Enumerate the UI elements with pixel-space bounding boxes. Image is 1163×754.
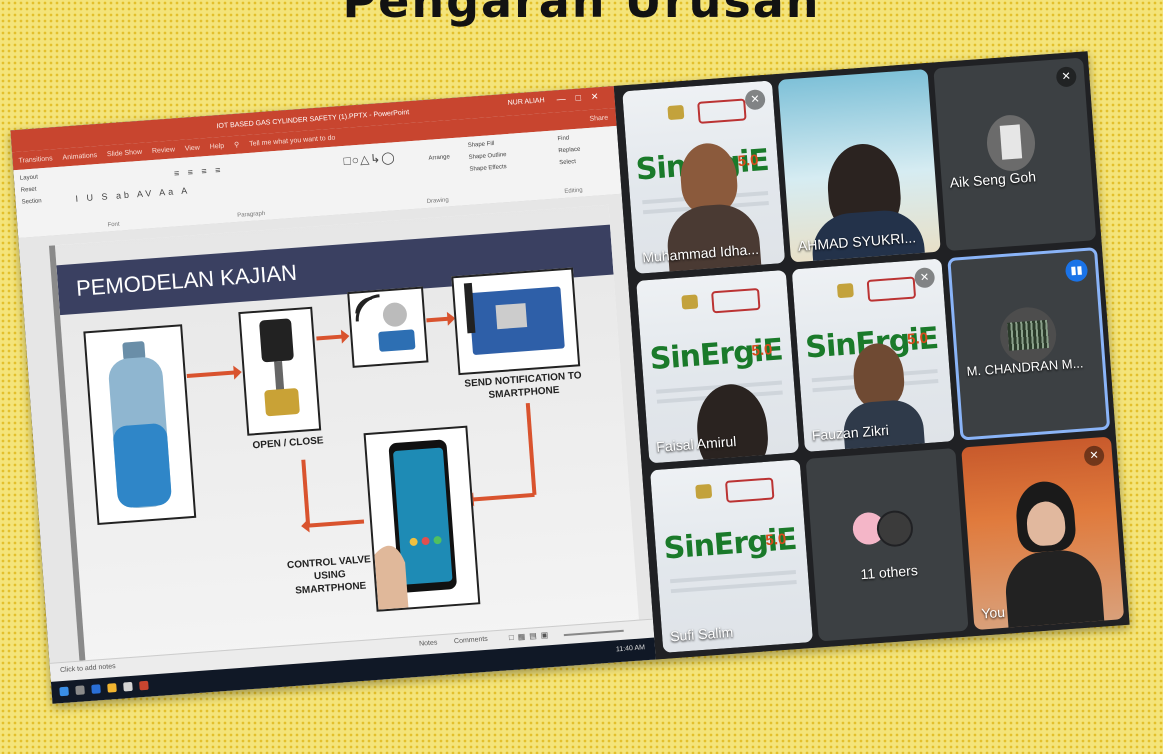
chrome-icon[interactable]: [123, 681, 133, 692]
zoom-slider[interactable]: [563, 629, 624, 637]
slide-canvas[interactable]: PEMODELAN KAJIAN OPEN / CLOSE SEND NOTIF…: [48, 204, 640, 665]
ribbon-select[interactable]: Select: [559, 159, 576, 166]
ribbon-shape-effects[interactable]: Shape Effects: [469, 164, 507, 173]
participant-tile[interactable]: ✕ Aik Seng Goh: [933, 57, 1097, 252]
start-icon[interactable]: [59, 686, 69, 697]
ppt-user-name[interactable]: NUR ALIAH: [508, 97, 545, 107]
tab-view[interactable]: View: [185, 144, 201, 152]
gas-cylinder-image: [83, 324, 197, 525]
taskbar-clock: 11:40 AM: [615, 644, 646, 654]
meeting-grid: SinErgiE 5.0 ✕ Muhammad Idha... AHMAD SY…: [613, 51, 1130, 660]
label-control-valve: CONTROL VALVE USING SMARTPHONE: [286, 554, 372, 597]
valve-actuator-image: [238, 306, 322, 436]
ribbon-replace[interactable]: Replace: [558, 147, 580, 155]
notes-placeholder[interactable]: Click to add notes: [60, 663, 116, 674]
tab-help[interactable]: Help: [210, 142, 225, 150]
ribbon-shape-fill[interactable]: Shape Fill: [468, 141, 495, 149]
others-count: 11 others: [859, 562, 919, 583]
screen-capture: IOT BASED GAS CYLINDER SAFETY (1).PPTX -…: [10, 51, 1130, 704]
mic-muted-icon: ✕: [1055, 66, 1078, 88]
powerpoint-icon[interactable]: [139, 680, 149, 691]
tab-transitions[interactable]: Transitions: [18, 155, 52, 164]
group-paragraph: Paragraph: [237, 210, 266, 219]
participant-tile[interactable]: 11 others: [805, 447, 969, 642]
group-editing: Editing: [564, 187, 583, 195]
ribbon-layout-button[interactable]: Layout: [20, 174, 38, 181]
ribbon-find[interactable]: Find: [557, 135, 569, 142]
ribbon-shape-outline[interactable]: Shape Outline: [468, 152, 506, 161]
paragraph-buttons[interactable]: ≡ ≡ ≡ ≡: [174, 165, 224, 179]
participant-tile[interactable]: SinErgiE 5.0 Sufi Salim: [650, 459, 814, 653]
explorer-icon[interactable]: [107, 683, 117, 693]
participant-name: Aik Seng Goh: [949, 168, 1037, 191]
window-controls[interactable]: —□✕: [556, 90, 609, 105]
avatar: [875, 509, 915, 548]
notes-button[interactable]: Notes: [419, 639, 438, 647]
ribbon-arrange-button[interactable]: Arrange: [428, 154, 450, 162]
ribbon-reset-button[interactable]: Reset: [21, 187, 37, 194]
participant-tile[interactable]: AHMAD SYUKRI...: [777, 68, 941, 263]
participant-tile[interactable]: SinErgiE 5.0 ✕ Muhammad Idha...: [622, 80, 786, 274]
group-font: Font: [107, 221, 120, 229]
search-icon[interactable]: [75, 685, 85, 696]
valve-icon: [259, 318, 300, 417]
view-buttons[interactable]: □▦▤▣: [509, 630, 553, 642]
participant-tile-self[interactable]: ✕ You: [961, 436, 1125, 631]
tell-me-search[interactable]: Tell me what you want to do: [249, 134, 336, 147]
gsm-module-icon: [463, 282, 565, 355]
participant-tile[interactable]: SinErgiE 5.0 Faisal Amirul: [636, 269, 800, 464]
smartphone-icon: [374, 439, 457, 610]
lightbulb-icon: ⚲: [233, 141, 240, 149]
page-title: Pengarah Urusan: [342, 0, 821, 28]
powerpoint-window: IOT BASED GAS CYLINDER SAFETY (1).PPTX -…: [10, 86, 656, 704]
gas-sensor-image: [347, 286, 429, 368]
group-drawing: Drawing: [426, 197, 449, 206]
gsm-module-image: [451, 267, 581, 376]
participant-name: You: [980, 603, 1006, 622]
slide-area: PEMODELAN KAJIAN OPEN / CLOSE SEND NOTIF…: [18, 193, 655, 682]
tab-animations[interactable]: Animations: [62, 152, 97, 162]
edge-icon[interactable]: [91, 684, 101, 694]
share-button[interactable]: Share: [589, 114, 608, 122]
ribbon-section-button[interactable]: Section: [22, 198, 42, 205]
tab-review[interactable]: Review: [152, 146, 175, 155]
avatar: [985, 113, 1038, 173]
gas-cylinder-icon: [108, 341, 172, 509]
participant-tile-active-speaker[interactable]: ▮▮ M. CHANDRAN M...: [947, 247, 1111, 441]
slide-title: PEMODELAN KAJIAN: [75, 259, 298, 301]
shapes-gallery[interactable]: □○△↳◯: [343, 150, 396, 168]
participant-tile[interactable]: SinErgiE 5.0 ✕ Fauzan Zikri: [791, 258, 955, 452]
speaking-indicator-icon: ▮▮: [1064, 258, 1089, 283]
comments-button[interactable]: Comments: [454, 636, 488, 645]
sensor-icon: [355, 294, 416, 352]
mic-muted-icon: ✕: [1083, 445, 1105, 467]
participant-name: M. CHANDRAN M...: [966, 355, 1084, 379]
avatar: [998, 305, 1059, 366]
font-format-buttons[interactable]: I U S ab AV Aa A: [75, 185, 190, 203]
tab-slide-show[interactable]: Slide Show: [107, 148, 142, 158]
smartphone-image: [363, 425, 481, 612]
